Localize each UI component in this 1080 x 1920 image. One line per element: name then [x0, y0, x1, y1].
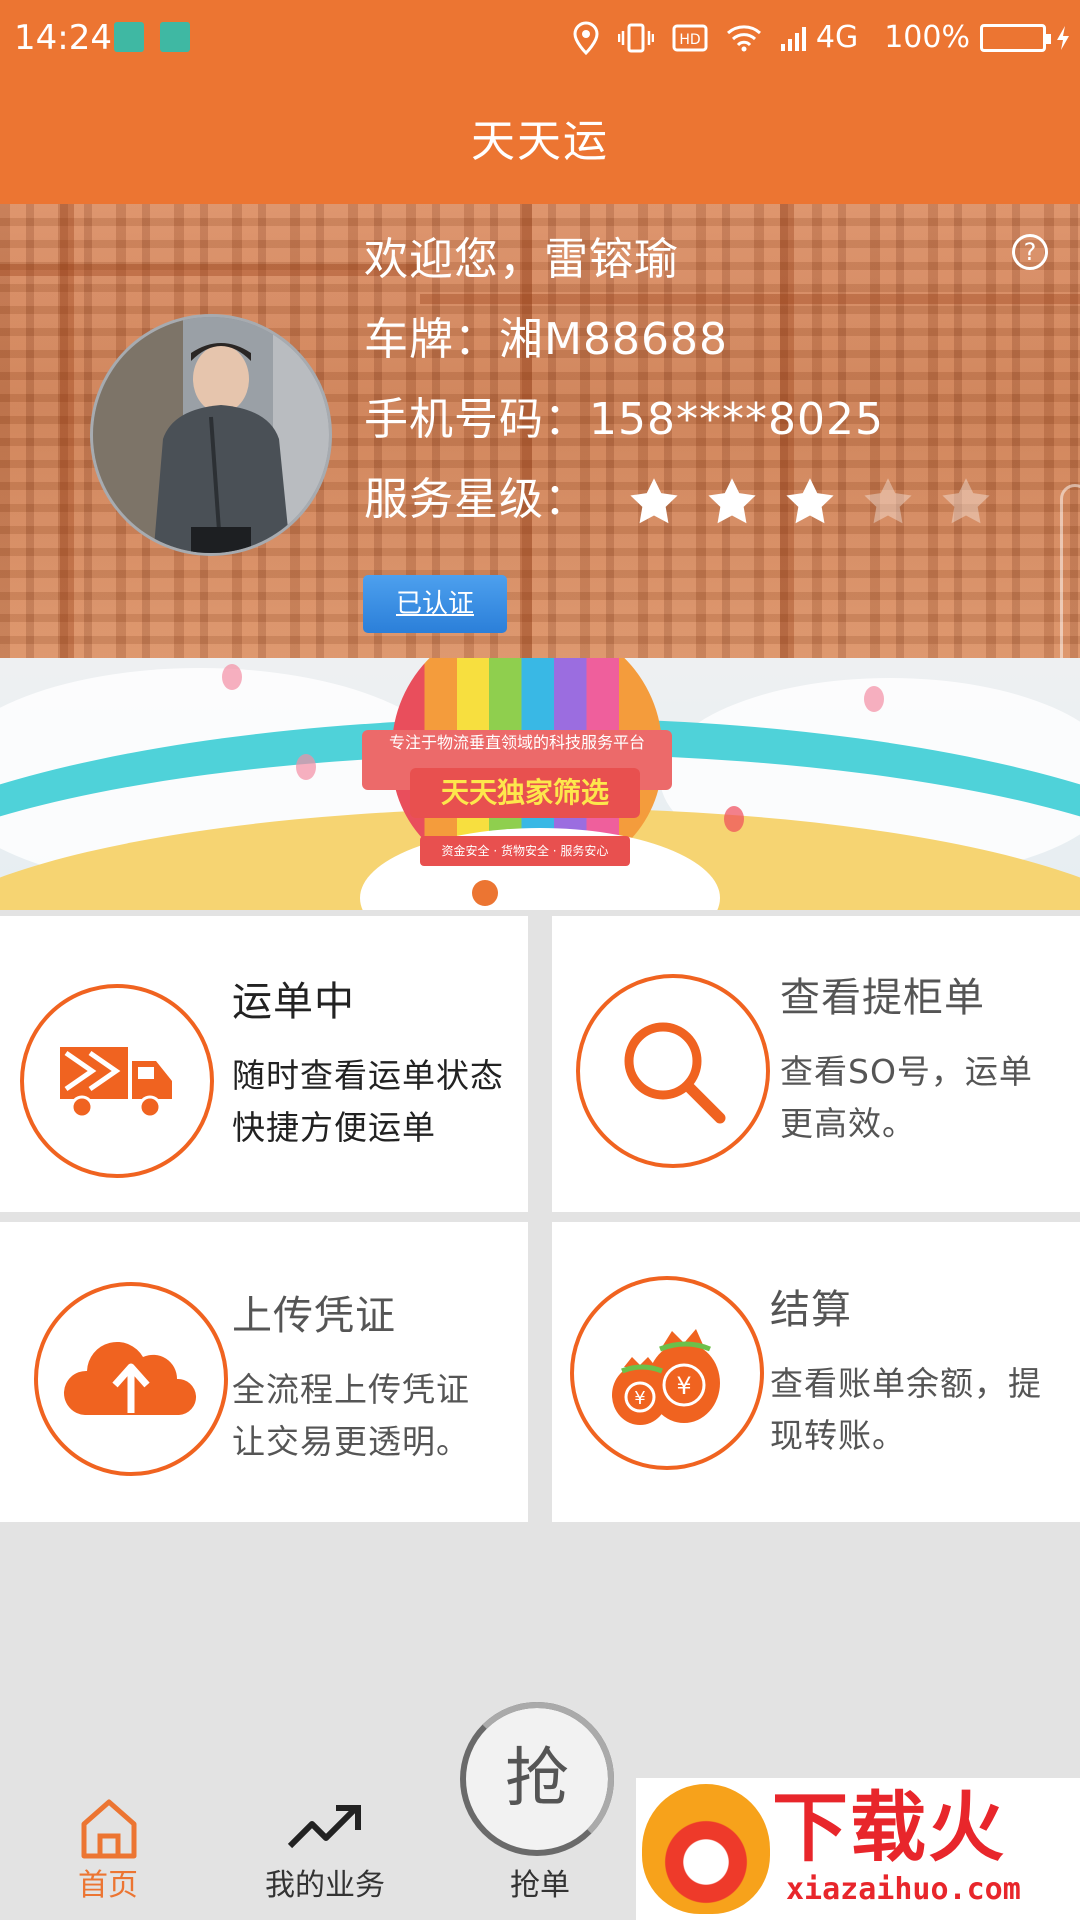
page-title: 天天运 — [471, 116, 609, 167]
carousel-indicator — [472, 880, 604, 906]
carousel-dot[interactable] — [560, 880, 586, 906]
background-crane — [0, 264, 420, 276]
profile-header: 欢迎您，雷镕瑜 车牌：湘M88688 手机号码：158****8025 服务星级… — [0, 204, 1080, 658]
star-empty-icon — [938, 474, 994, 530]
balloon-decoration — [724, 806, 744, 832]
cloud-upload-icon — [34, 1282, 228, 1476]
trending-up-icon — [286, 1802, 366, 1856]
petal-decoration — [864, 686, 884, 712]
card-view-container-order[interactable]: 查看提柜单 查看SO号，运单 更高效。 — [552, 916, 1080, 1212]
nav-my-business[interactable]: 我的业务 — [250, 1786, 400, 1906]
grab-order-button[interactable]: 抢 — [460, 1702, 614, 1856]
banner-headline: 天天独家筛选 — [410, 768, 640, 818]
nav-label-grab: 抢单 — [510, 1868, 570, 1903]
banner-subline: 资金安全 · 货物安全 · 服务安心 — [420, 836, 630, 866]
card-description: 更高效。 — [780, 1104, 916, 1143]
card-upload-voucher[interactable]: 上传凭证 全流程上传凭证 让交易更透明。 — [0, 1222, 528, 1522]
star-filled-icon — [626, 474, 682, 530]
network-type: 4G — [815, 20, 859, 55]
svg-text:¥: ¥ — [676, 1372, 691, 1400]
card-description: 查看账单余额，提 — [770, 1364, 1042, 1403]
phone-number: 手机号码：158****8025 — [364, 394, 884, 445]
help-icon[interactable]: ? — [1012, 234, 1048, 270]
status-time: 14:24 — [14, 18, 112, 58]
truck-icon — [20, 984, 214, 1178]
card-title: 上传凭证 — [232, 1293, 396, 1339]
card-description: 随时查看运单状态 — [232, 1056, 504, 1095]
magnifier-icon — [576, 974, 770, 1168]
nav-home[interactable]: 首页 — [48, 1786, 168, 1906]
side-drawer-handle[interactable] — [1060, 484, 1080, 658]
money-bag-icon: ¥ ¥ — [570, 1276, 764, 1470]
watermark-url: xiazaihuo.com — [786, 1872, 1021, 1907]
wifi-icon — [726, 24, 762, 52]
card-title: 结算 — [770, 1287, 852, 1333]
card-description: 快捷方便运单 — [232, 1108, 436, 1147]
screenshot-icon — [114, 22, 144, 52]
hd-icon: HD — [672, 24, 708, 52]
status-bar: 14:24 HD 4G 100% — [0, 0, 1080, 78]
background-crane — [420, 294, 1080, 304]
petal-decoration — [296, 754, 316, 780]
card-description: 现转账。 — [770, 1416, 906, 1455]
promo-banner[interactable]: 专注于物流垂直领域的科技服务平台 天天独家筛选 资金安全 · 货物安全 · 服务… — [0, 658, 1080, 910]
location-icon — [572, 21, 600, 55]
home-icon — [78, 1796, 140, 1864]
flame-logo-icon — [642, 1784, 770, 1914]
star-filled-icon — [704, 474, 760, 530]
status-icons: HD 4G 100% — [554, 16, 1070, 60]
watermark-title: 下载火 — [772, 1783, 1006, 1872]
battery-percent: 100% — [884, 20, 970, 55]
verified-badge[interactable]: 已认证 — [363, 575, 507, 633]
carousel-dot[interactable] — [516, 880, 542, 906]
svg-text:¥: ¥ — [634, 1388, 645, 1409]
card-description: 让交易更透明。 — [232, 1422, 470, 1461]
card-waybill-in-progress[interactable]: 运单中 随时查看运单状态 快捷方便运单 — [0, 916, 528, 1212]
charging-icon — [1056, 25, 1070, 51]
star-empty-icon — [860, 474, 916, 530]
battery-icon — [980, 24, 1051, 52]
card-title: 运单中 — [232, 979, 355, 1025]
card-settlement[interactable]: ¥ ¥ 结算 查看账单余额，提 现转账。 — [552, 1222, 1080, 1522]
avatar[interactable] — [90, 314, 332, 556]
vibrate-icon — [617, 22, 654, 54]
grab-order-glyph: 抢 — [505, 1742, 569, 1816]
card-description: 查看SO号，运单 — [780, 1052, 1033, 1091]
card-title: 查看提柜单 — [780, 975, 985, 1021]
petal-decoration — [222, 664, 242, 690]
nav-label: 我的业务 — [265, 1868, 385, 1903]
welcome-text: 欢迎您，雷镕瑜 — [364, 234, 679, 285]
signal-icon — [780, 24, 810, 52]
svg-text:HD: HD — [679, 32, 700, 48]
carousel-dot[interactable] — [472, 880, 498, 906]
star-filled-icon — [782, 474, 838, 530]
title-bar: 天天运 — [0, 78, 1080, 204]
license-plate: 车牌：湘M88688 — [364, 314, 728, 365]
rating-label: 服务星级： — [364, 474, 589, 525]
nav-label: 首页 — [78, 1868, 138, 1903]
service-rating — [626, 474, 1016, 530]
card-description: 全流程上传凭证 — [232, 1370, 470, 1409]
usb-icon — [160, 22, 190, 52]
watermark-logo: 下载火 xiazaihuo.com — [636, 1778, 1080, 1920]
